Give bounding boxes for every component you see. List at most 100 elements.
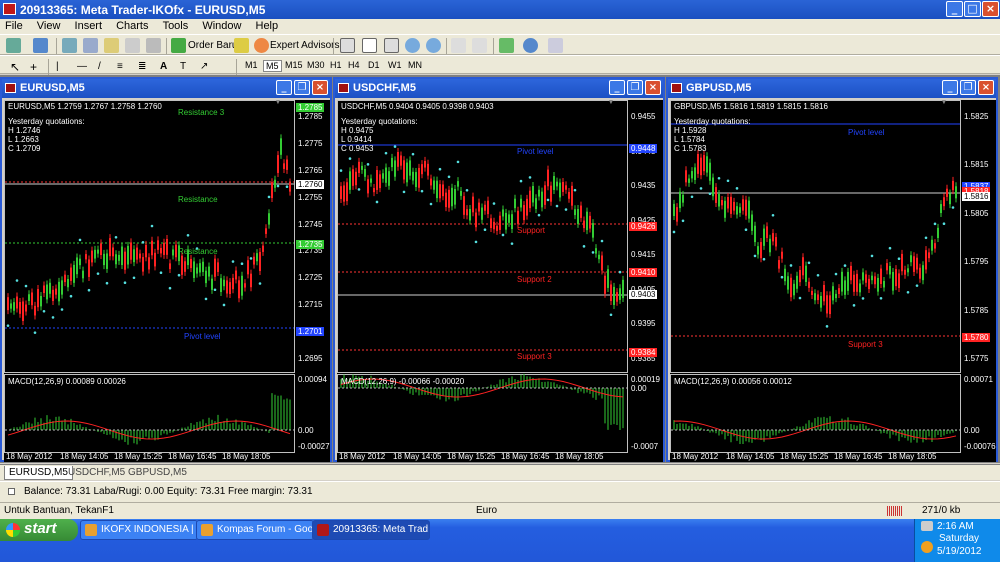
minimize-icon[interactable]: _ [946, 1, 963, 17]
restore-icon[interactable]: ❐ [960, 80, 976, 95]
tf-m5[interactable]: M5 [263, 60, 282, 72]
chart-window-usdchf[interactable]: USDCHF,M5 _ ❐ × USDCHF,M5 0.9404 0.9405 0.93… [333, 77, 665, 462]
candle [16, 296, 18, 309]
zoom-out-icon[interactable] [426, 38, 441, 53]
status-help: Untuk Bantuan, TekanF1 [4, 505, 114, 516]
close-icon[interactable]: × [312, 80, 328, 95]
chart-canvas-eurusd[interactable]: EURUSD,M5 1.2759 1.2767 1.2758 1.2760 Yes… [4, 100, 330, 462]
profiles-icon[interactable] [33, 38, 48, 53]
sar-dot [699, 187, 703, 190]
text-icon[interactable]: A [160, 59, 167, 75]
tester-icon[interactable] [146, 38, 161, 53]
browser-icon [201, 524, 213, 536]
candle [904, 269, 906, 275]
maximize-icon[interactable]: □ [964, 1, 981, 17]
candle [46, 284, 48, 300]
menu-file[interactable]: File [0, 19, 29, 32]
close-icon[interactable]: × [978, 80, 994, 95]
crosshair-icon[interactable]: + [30, 59, 37, 75]
bar-chart-icon[interactable] [340, 38, 355, 53]
price-scale-label: 1.5825 [964, 112, 989, 121]
task-browser-ikofx[interactable]: IKOFX INDONESIA | I... [80, 520, 198, 540]
new-order-button[interactable]: Order Baru [188, 38, 237, 54]
sar-dot [897, 257, 901, 261]
cursor-icon[interactable]: ↖ [10, 59, 20, 75]
tf-m15[interactable]: M15 [283, 60, 305, 70]
fibonacci-icon[interactable]: ≣ [138, 59, 146, 75]
indicators-icon[interactable] [499, 38, 514, 53]
close-icon[interactable]: × [645, 80, 661, 95]
chart-shift-icon[interactable] [472, 38, 487, 53]
minimize-icon[interactable]: _ [609, 80, 625, 95]
candle [802, 257, 804, 276]
chart-title-bar[interactable]: USDCHF,M5 _ ❐ × [335, 79, 663, 98]
task-browser-kompas[interactable]: Kompas Forum - Goo... [196, 520, 314, 540]
chart-canvas-gbpusd[interactable]: GBPUSD,M5 1.5816 1.5819 1.5815 1.5816 Yes… [670, 100, 996, 462]
chart-title-bar[interactable]: GBPUSD,M5 _ ❐ × [668, 79, 996, 98]
sar-dot [753, 254, 757, 258]
arrows-icon[interactable]: ↗ [200, 59, 208, 75]
start-button[interactable]: start [0, 519, 78, 541]
tf-m1[interactable]: M1 [243, 60, 260, 70]
navigator-icon[interactable] [104, 38, 119, 53]
sar-dot [888, 246, 892, 250]
tf-h4[interactable]: H4 [346, 60, 362, 70]
app-title-bar[interactable]: 20913365: Meta Trader-IKOfx - EURUSD,M5 … [0, 0, 1000, 19]
candle [247, 260, 249, 275]
menu-help[interactable]: Help [251, 19, 285, 32]
templates-icon[interactable] [548, 38, 563, 53]
sar-dot [861, 297, 865, 300]
time-axis-label: 18 May 18:05 [888, 452, 937, 461]
chart-window-eurusd[interactable]: EURUSD,M5 _ ❐ × EURUSD,M5 1.2759 1.2767 1.27… [0, 77, 332, 462]
vertical-line-icon[interactable]: | [56, 59, 59, 75]
trendline-icon[interactable]: / [98, 59, 101, 75]
start-label: start [24, 520, 57, 537]
tf-mn[interactable]: MN [406, 60, 424, 70]
candle [463, 196, 465, 215]
line-chart-icon[interactable] [384, 38, 399, 53]
tf-m30[interactable]: M30 [305, 60, 327, 70]
tf-d1[interactable]: D1 [366, 60, 382, 70]
close-icon[interactable]: × [982, 1, 999, 17]
tab-usdchf[interactable]: USDCHF,M5 [64, 466, 129, 480]
restore-icon[interactable]: ❐ [627, 80, 643, 95]
minimize-icon[interactable]: _ [276, 80, 292, 95]
security-icon[interactable] [921, 541, 933, 553]
text-label-icon[interactable]: T [180, 59, 186, 75]
tf-w1[interactable]: W1 [386, 60, 404, 70]
auto-scroll-icon[interactable] [451, 38, 466, 53]
terminal-icon[interactable] [125, 38, 140, 53]
sar-dot [168, 286, 172, 290]
horizontal-line-icon[interactable]: — [77, 59, 87, 75]
metaeditor-icon[interactable] [234, 38, 249, 53]
tab-gbpusd[interactable]: GBPUSD,M5 [124, 466, 191, 480]
chart-info-line: EURUSD,M5 1.2759 1.2767 1.2758 1.2760 [8, 102, 162, 111]
chart-window-gbpusd[interactable]: GBPUSD,M5 _ ❐ × GBPUSD,M5 1.5816 1.5819 1.58… [666, 77, 998, 462]
new-chart-icon[interactable] [6, 38, 21, 53]
task-metatrader[interactable]: 20913365: Meta Trad... [312, 520, 430, 540]
periods-icon[interactable] [523, 38, 538, 53]
candle [73, 264, 75, 283]
candlestick-icon[interactable] [362, 38, 377, 53]
price-marker: 1.5780 [962, 333, 991, 342]
restore-icon[interactable]: ❐ [294, 80, 310, 95]
expert-advisors-button[interactable]: Expert Advisors [270, 38, 339, 54]
clock-time[interactable]: 2:16 AM [937, 521, 974, 532]
menu-insert[interactable]: Insert [70, 19, 109, 32]
minimize-icon[interactable]: _ [942, 80, 958, 95]
chart-canvas-usdchf[interactable]: USDCHF,M5 0.9404 0.9405 0.9398 0.9403 Yes… [337, 100, 663, 462]
menu-tools[interactable]: Tools [158, 19, 195, 32]
candle [847, 271, 849, 291]
network-icon[interactable] [921, 521, 933, 531]
chart-title-bar[interactable]: EURUSD,M5 _ ❐ × [2, 79, 330, 98]
tab-eurusd[interactable]: EURUSD,M5 [4, 466, 73, 480]
menu-charts[interactable]: Charts [111, 19, 154, 32]
market-watch-icon[interactable] [62, 38, 77, 53]
zoom-in-icon[interactable] [405, 38, 420, 53]
tf-h1[interactable]: H1 [328, 60, 344, 70]
menu-view[interactable]: View [32, 19, 67, 32]
menu-window[interactable]: Window [197, 19, 247, 32]
channel-icon[interactable]: ≡ [117, 59, 123, 75]
data-window-icon[interactable] [83, 38, 98, 53]
candle [22, 301, 24, 321]
